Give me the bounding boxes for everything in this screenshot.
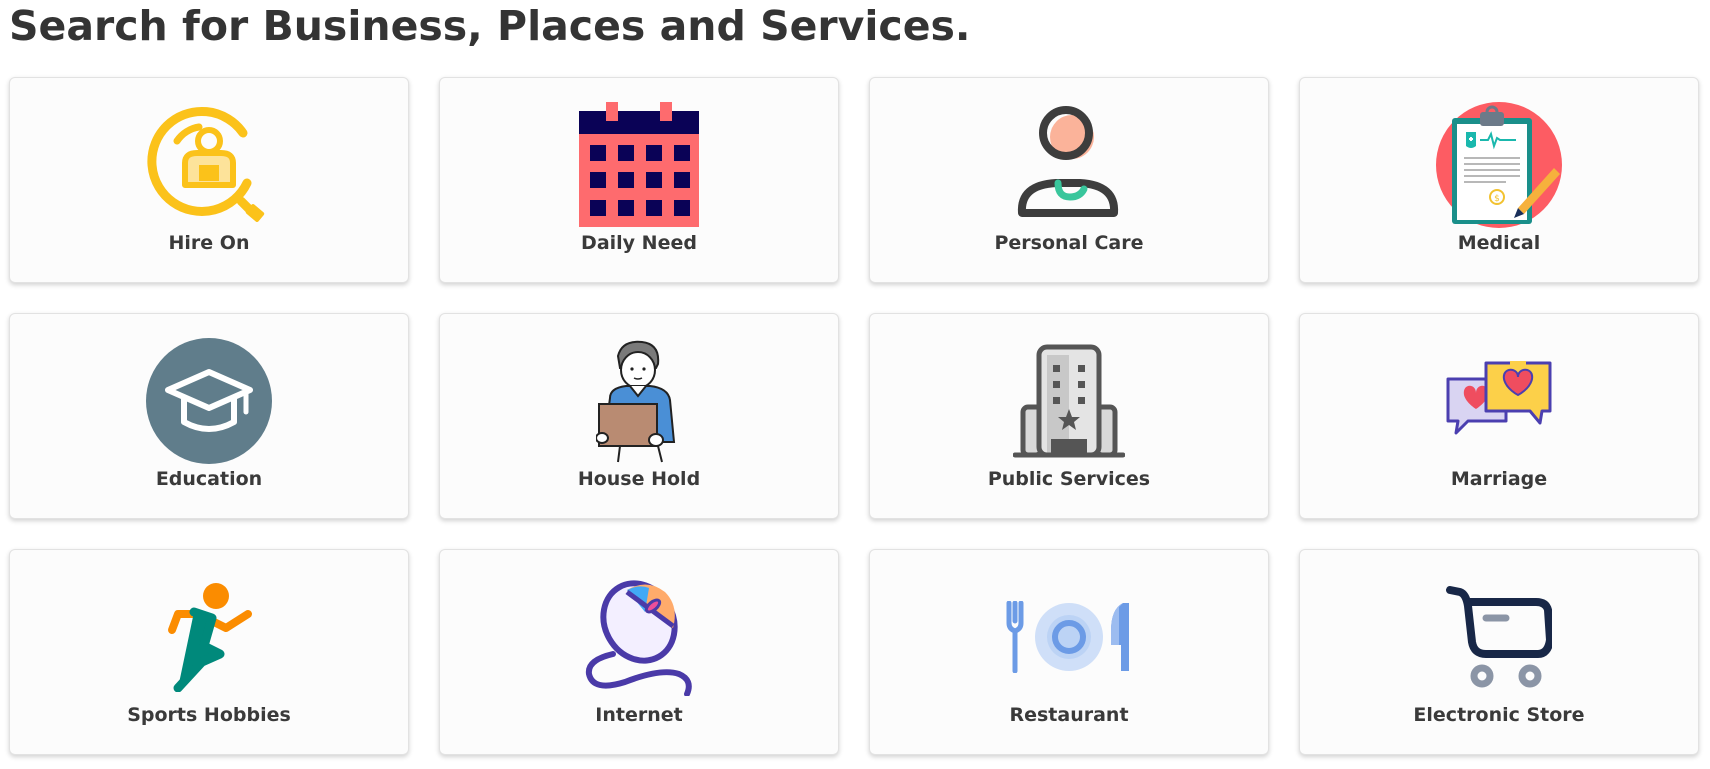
running-person-icon: [144, 572, 274, 702]
category-label: Public Services: [987, 468, 1151, 490]
category-label: Medical: [1457, 232, 1541, 254]
category-card-medical[interactable]: $ Medical: [1299, 77, 1699, 283]
page-title: Search for Business, Places and Services…: [9, 2, 971, 50]
category-label: Personal Care: [994, 232, 1144, 254]
person-carrying-box-icon: [574, 336, 704, 466]
category-card-daily-need[interactable]: Daily Need: [439, 77, 839, 283]
computer-mouse-icon: [574, 572, 704, 702]
hire-search-icon: [144, 100, 274, 230]
plate-cutlery-icon: [1004, 572, 1134, 702]
category-card-electronic-store[interactable]: Electronic Store: [1299, 549, 1699, 755]
category-label: Sports Hobbies: [127, 704, 291, 726]
category-grid: Hire On Daily Need Personal Care $ Medic…: [9, 77, 1699, 755]
category-label: Restaurant: [1009, 704, 1129, 726]
medical-clipboard-icon: $: [1434, 100, 1564, 230]
category-label: Hire On: [168, 232, 250, 254]
shopping-cart-icon: [1434, 572, 1564, 702]
category-card-marriage[interactable]: Marriage: [1299, 313, 1699, 519]
category-label: Internet: [595, 704, 683, 726]
category-label: Marriage: [1450, 468, 1548, 490]
category-card-restaurant[interactable]: Restaurant: [869, 549, 1269, 755]
svg-text:$: $: [1494, 194, 1500, 204]
building-icon: [1004, 336, 1134, 466]
category-label: Education: [155, 468, 263, 490]
category-card-internet[interactable]: Internet: [439, 549, 839, 755]
category-card-house-hold[interactable]: House Hold: [439, 313, 839, 519]
category-card-sports-hobbies[interactable]: Sports Hobbies: [9, 549, 409, 755]
category-card-hire-on[interactable]: Hire On: [9, 77, 409, 283]
calendar-icon: [574, 100, 704, 230]
category-card-public-services[interactable]: Public Services: [869, 313, 1269, 519]
person-icon: [1004, 100, 1134, 230]
category-label: Electronic Store: [1413, 704, 1585, 726]
heart-chat-bubbles-icon: [1434, 336, 1564, 466]
page: Search for Business, Places and Services…: [0, 0, 1710, 769]
category-label: House Hold: [577, 468, 701, 490]
graduation-cap-icon: [144, 336, 274, 466]
category-card-personal-care[interactable]: Personal Care: [869, 77, 1269, 283]
category-label: Daily Need: [581, 232, 697, 254]
category-card-education[interactable]: Education: [9, 313, 409, 519]
